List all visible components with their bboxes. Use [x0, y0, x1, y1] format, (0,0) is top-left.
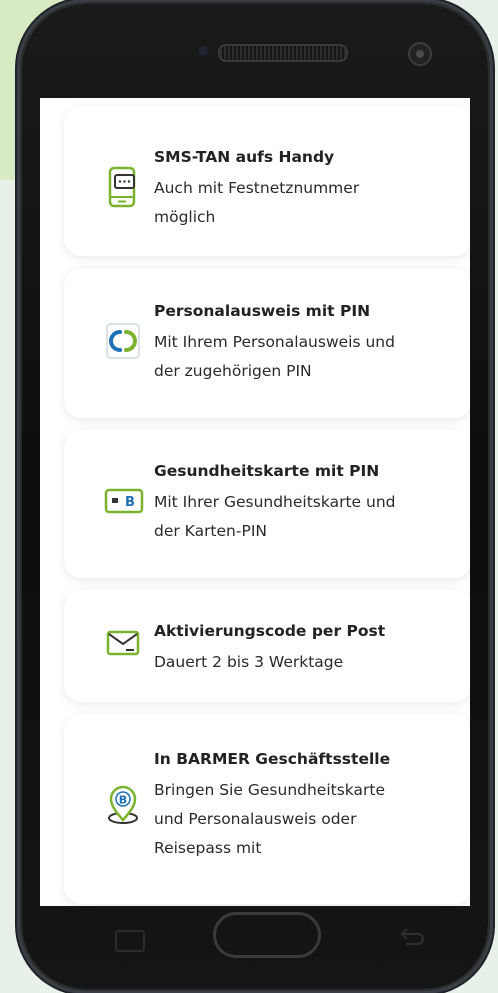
envelope-icon — [106, 630, 140, 656]
mobile-phone-sms-icon — [108, 166, 136, 208]
front-camera-icon — [408, 42, 432, 66]
option-description: Bringen Sie Gesundheitskarte und Persona… — [154, 776, 454, 863]
back-arrow-icon[interactable] — [398, 926, 426, 950]
health-card-icon: B — [104, 488, 144, 514]
location-pin-icon: B — [108, 785, 138, 824]
home-button[interactable] — [213, 912, 321, 958]
description-line: Mit Ihrem Personalausweis und — [154, 333, 395, 351]
description-line: Reisepass mit — [154, 839, 262, 857]
option-card-gesundheitskarte[interactable]: B Gesundheitskarte mit PIN Mit Ihrer Ges… — [64, 430, 470, 578]
description-line: der zugehörigen PIN — [154, 362, 312, 380]
id-card-logo-icon — [106, 323, 140, 359]
description-line: Bringen Sie Gesundheitskarte — [154, 781, 385, 799]
description-line: möglich — [154, 208, 216, 226]
earpiece-speaker — [218, 44, 348, 62]
option-description: Auch mit Festnetznummer möglich — [154, 174, 454, 232]
option-title: Aktivierungscode per Post — [154, 622, 386, 640]
recent-apps-icon[interactable] — [115, 930, 145, 952]
description-line: Auch mit Festnetznummer — [154, 179, 360, 197]
option-description: Dauert 2 bis 3 Werktage — [154, 648, 454, 677]
option-title: SMS-TAN aufs Handy — [154, 148, 335, 166]
description-line: und Personalausweis oder — [154, 810, 357, 828]
sensor-icon — [198, 46, 208, 56]
description-line: Dauert 2 bis 3 Werktage — [154, 653, 344, 671]
option-title: In BARMER Geschäftsstelle — [154, 750, 391, 768]
description-line: Mit Ihrer Gesundheitskarte und — [154, 493, 396, 511]
option-title: Personalausweis mit PIN — [154, 302, 371, 320]
option-title: Gesundheitskarte mit PIN — [154, 462, 380, 480]
option-card-geschaeftsstelle[interactable]: B In BARMER Geschäftsstelle Bringen Sie … — [64, 714, 470, 904]
option-card-personalausweis[interactable]: Personalausweis mit PIN Mit Ihrem Person… — [64, 268, 470, 418]
phone-navigation-bar — [40, 906, 470, 966]
option-card-aktivierungscode[interactable]: Aktivierungscode per Post Dauert 2 bis 3… — [64, 590, 470, 702]
phone-screen: SMS-TAN aufs Handy Auch mit Festnetznumm… — [40, 98, 470, 906]
description-line: der Karten-PIN — [154, 522, 267, 540]
svg-text:B: B — [119, 794, 127, 807]
option-description: Mit Ihrem Personalausweis und der zugehö… — [154, 328, 454, 386]
option-description: Mit Ihrer Gesundheitskarte und der Karte… — [154, 488, 454, 546]
svg-text:B: B — [125, 495, 135, 510]
option-card-sms-tan[interactable]: SMS-TAN aufs Handy Auch mit Festnetznumm… — [64, 106, 470, 256]
